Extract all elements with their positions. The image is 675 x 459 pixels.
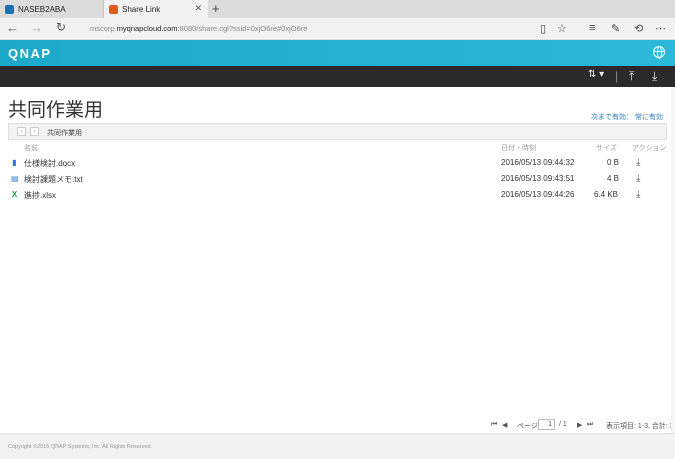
address-bar: ← → ↻ mscorp.myqnapcloud.com:8080/share.… [0,18,675,40]
qnap-logo: QNAP [8,46,52,61]
more-icon[interactable]: ⋯ [655,22,666,35]
download-icon[interactable]: ⤓ [636,189,640,200]
toolbar-divider: | [615,69,619,83]
file-size: 4 B [607,174,620,183]
url-prefix: mscorp. [90,24,117,33]
download-all-icon[interactable]: ⤓ [652,69,657,84]
file-date: 2016/05/13 09:43:51 [501,174,575,183]
page-number-input[interactable]: 1 [538,419,555,430]
file-date: 2016/05/13 09:44:26 [501,190,575,199]
file-size: 6.4 KB [594,190,619,199]
footer: Copyright ©2015 QNAP Systems, Inc. All R… [0,433,675,459]
browser-tab-strip: NASEB2ABA Share Link ✕ + [0,0,675,18]
last-page-icon[interactable]: ⏭ [587,421,593,429]
excel-file-icon: X [11,190,18,199]
prev-page-icon[interactable]: ◀ [502,421,507,429]
file-toolbar: ⇅ ▾ | ⤒ ⤓ [0,66,675,87]
table-row[interactable]: ▤ 検討課題メモ.txt 2016/05/13 09:43:51 4 B ⤓ [8,171,667,187]
qnap-header: QNAP [0,40,675,66]
share-icon[interactable]: ⟲ [634,22,643,35]
text-file-icon: ▤ [11,174,19,183]
column-name[interactable]: 名前 [24,143,38,153]
sort-icon[interactable]: ⇅ ▾ [588,69,604,80]
web-note-icon[interactable]: ✎ [611,22,620,35]
browser-tab-share-link[interactable]: Share Link ✕ [104,0,208,18]
hub-icon[interactable]: ≡ [589,22,595,34]
file-name[interactable]: 仕様検討.docx [24,158,75,169]
breadcrumb-forward-icon[interactable]: › [30,127,39,136]
url-suffix: :8080/share.cgi?ssid=0xjO6re#0xjO6re [177,24,308,33]
page-label: ページ [517,423,538,430]
first-page-icon[interactable]: ⏮ [491,421,497,429]
breadcrumb: ‹ › 共同作業用 [8,123,667,140]
refresh-icon[interactable]: ↻ [56,20,66,34]
column-action: アクション [632,145,667,152]
download-icon[interactable]: ⤓ [636,173,640,184]
file-size: 0 B [607,158,620,167]
breadcrumb-folder[interactable]: 共同作業用 [47,128,82,138]
download-icon[interactable]: ⤓ [636,157,640,168]
copyright: Copyright ©2015 QNAP Systems, Inc. All R… [8,444,152,450]
pager: ⏮ ◀ ページ 1 / 1 ▶ ⏭ 表示項目: 1-3, 合計: 3 [0,419,675,433]
word-file-icon: ▮ [12,158,17,167]
scrollbar[interactable] [671,87,675,433]
file-name[interactable]: 検討課題メモ.txt [24,174,83,185]
column-date[interactable]: 日付・時刻 [501,143,536,153]
close-tab-icon[interactable]: ✕ [194,3,202,14]
table-row[interactable]: ▮ 仕様検討.docx 2016/05/13 09:44:32 0 B ⤓ [8,155,667,171]
file-date: 2016/05/13 09:44:32 [501,158,575,167]
globe-icon[interactable] [653,46,665,59]
column-size[interactable]: サイズ [596,143,617,153]
share-link-favicon-icon [109,4,118,14]
page-title: 共同作業用 [8,99,104,121]
star-icon[interactable]: ☆ [557,22,567,35]
reading-view-icon[interactable]: ▯ [540,22,546,35]
table-header: 名前 日付・時刻 サイズ アクション [8,142,667,153]
back-icon[interactable]: ← [6,20,19,35]
nas-favicon-icon [5,4,14,14]
tab-label: NASEB2ABA [18,4,66,14]
url-field[interactable]: mscorp.myqnapcloud.com:8080/share.cgi?ss… [90,24,307,33]
file-name[interactable]: 進捗.xlsx [24,190,56,201]
items-count: 表示項目: 1-3, 合計: 3 [606,423,674,430]
total-pages: / 1 [559,421,567,428]
browser-tab-nas[interactable]: NASEB2ABA [0,0,104,18]
breadcrumb-back-icon[interactable]: ‹ [17,127,26,136]
upload-icon[interactable]: ⤒ [629,69,634,84]
table-row[interactable]: X 進捗.xlsx 2016/05/13 09:44:26 6.4 KB ⤓ [8,187,667,203]
forward-icon[interactable]: → [30,20,43,35]
expiry-text: 次まで有効： 常に有効 [591,114,663,121]
tab-label: Share Link [122,4,161,14]
new-tab-button[interactable]: + [212,1,220,16]
next-page-icon[interactable]: ▶ [577,421,582,429]
url-host: myqnapcloud.com [116,24,178,33]
